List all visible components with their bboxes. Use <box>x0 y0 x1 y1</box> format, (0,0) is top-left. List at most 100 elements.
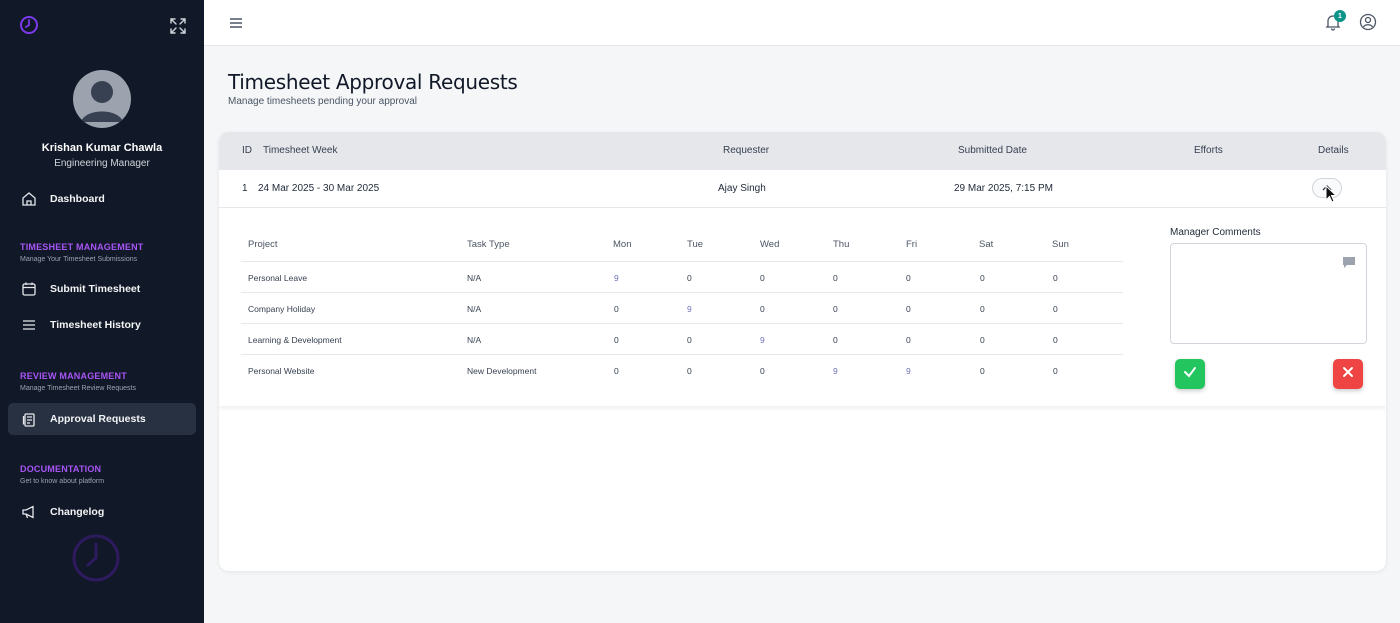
cell-sun: 0 <box>1053 335 1058 345</box>
detail-header-sat: Sat <box>979 239 994 250</box>
clipboard-icon <box>21 411 37 427</box>
cell-wed: 0 <box>760 273 765 283</box>
cell-fri: 0 <box>906 273 911 283</box>
list-icon <box>21 317 37 333</box>
avatar[interactable] <box>73 70 131 128</box>
page-title: Timesheet Approval Requests <box>228 70 518 94</box>
cell-sat: 0 <box>980 335 985 345</box>
sidebar-item-submit-timesheet[interactable]: Submit Timesheet <box>8 273 196 305</box>
cell-mon: 0 <box>614 366 619 376</box>
cell-wed: 0 <box>760 304 765 314</box>
check-icon <box>1183 365 1197 384</box>
cell-submitted: 29 Mar 2025, 7:15 PM <box>954 183 1053 194</box>
detail-row: Personal Leave N/A 9 0 0 0 0 0 0 <box>241 261 1123 292</box>
sidebar-item-label: Timesheet History <box>50 319 141 331</box>
menu-icon[interactable] <box>228 15 244 31</box>
cell-fri: 0 <box>906 335 911 345</box>
detail-header-thu: Thu <box>833 239 850 250</box>
sidebar-item-label: Submit Timesheet <box>50 283 141 295</box>
detail-row: Company Holiday N/A 0 9 0 0 0 0 0 <box>241 292 1123 323</box>
cell-id: 1 <box>242 183 248 194</box>
page-subtitle: Manage timesheets pending your approval <box>228 96 418 107</box>
detail-header-mon: Mon <box>613 239 632 250</box>
section-title-timesheet: TIMESHEET MANAGEMENT <box>20 242 144 252</box>
sidebar-item-approval-requests[interactable]: Approval Requests <box>8 403 196 435</box>
cell-sun: 0 <box>1053 366 1058 376</box>
top-bar: 1 <box>204 0 1400 46</box>
user-name: Krishan Kumar Chawla <box>41 142 163 154</box>
cell-requester: Ajay Singh <box>718 183 766 194</box>
detail-row: Learning & Development N/A 0 0 9 0 0 0 0 <box>241 323 1123 354</box>
clock-logo-icon[interactable] <box>19 15 39 35</box>
cell-thu: 0 <box>833 335 838 345</box>
reject-button[interactable] <box>1333 359 1363 389</box>
cell-wed: 0 <box>760 366 765 376</box>
cell-mon: 0 <box>614 335 619 345</box>
section-subtitle-review: Manage Timesheet Review Requests <box>20 385 136 392</box>
cell-tue: 0 <box>687 273 692 283</box>
cell-sat: 0 <box>980 366 985 376</box>
section-subtitle-timesheet: Manage Your Timesheet Submissions <box>20 256 138 263</box>
sidebar-item-label: Dashboard <box>50 193 105 205</box>
cell-project: Company Holiday <box>248 304 316 314</box>
sidebar-item-timesheet-history[interactable]: Timesheet History <box>8 309 196 341</box>
detail-header-sun: Sun <box>1052 239 1069 250</box>
cell-mon: 9 <box>614 273 619 283</box>
approve-button[interactable] <box>1175 359 1205 389</box>
sidebar-item-label: Approval Requests <box>50 413 146 425</box>
cell-task-type: N/A <box>467 273 482 283</box>
cell-sat: 0 <box>980 273 985 283</box>
megaphone-icon <box>21 504 37 520</box>
user-circle-icon[interactable] <box>1359 13 1377 31</box>
cell-thu: 0 <box>833 273 838 283</box>
cell-thu: 9 <box>833 366 838 376</box>
detail-header-project: Project <box>248 239 278 250</box>
section-subtitle-documentation: Get to know about platform <box>20 478 105 485</box>
cell-project: Personal Leave <box>248 273 308 283</box>
calendar-icon <box>21 281 37 297</box>
notification-badge: 1 <box>1334 10 1346 22</box>
cell-fri: 0 <box>906 304 911 314</box>
chat-bubble-icon <box>1342 255 1356 269</box>
sidebar-item-dashboard[interactable]: Dashboard <box>8 183 196 215</box>
detail-header-tue: Tue <box>687 239 704 250</box>
user-role: Engineering Manager <box>54 158 150 169</box>
detail-header-fri: Fri <box>906 239 918 250</box>
cell-wed: 9 <box>760 335 765 345</box>
header-efforts: Efforts <box>1194 145 1223 156</box>
manager-comments-input[interactable] <box>1170 243 1367 344</box>
cell-tue: 0 <box>687 366 692 376</box>
timesheet-details-panel: Project Task Type Mon Tue Wed Thu Fri Sa… <box>219 208 1386 406</box>
header-details: Details <box>1318 145 1349 156</box>
table-row[interactable]: 1 24 Mar 2025 - 30 Mar 2025 Ajay Singh 2… <box>219 170 1386 208</box>
fullscreen-icon[interactable] <box>169 17 187 35</box>
section-title-review: REVIEW MANAGEMENT <box>20 371 127 381</box>
manager-comments-label: Manager Comments <box>1170 227 1261 238</box>
header-id: ID <box>242 145 252 156</box>
approval-table-card: ID Timesheet Week Requester Submitted Da… <box>219 132 1386 571</box>
table-header: ID Timesheet Week Requester Submitted Da… <box>219 132 1386 170</box>
header-requester: Requester <box>723 145 770 156</box>
cell-tue: 9 <box>687 304 692 314</box>
cell-task-type: New Development <box>467 366 537 376</box>
sidebar-item-changelog[interactable]: Changelog <box>8 496 196 528</box>
cell-tue: 0 <box>687 335 692 345</box>
cell-mon: 0 <box>614 304 619 314</box>
cell-task-type: N/A <box>467 304 482 314</box>
cell-week: 24 Mar 2025 - 30 Mar 2025 <box>258 183 380 194</box>
cell-task-type: N/A <box>467 335 482 345</box>
cell-thu: 0 <box>833 304 838 314</box>
cell-fri: 9 <box>906 366 911 376</box>
cell-sat: 0 <box>980 304 985 314</box>
header-week: Timesheet Week <box>263 145 338 156</box>
detail-header-task-type: Task Type <box>467 239 510 250</box>
cell-sun: 0 <box>1053 273 1058 283</box>
header-submitted: Submitted Date <box>958 145 1027 156</box>
close-icon <box>1342 365 1354 383</box>
sidebar-item-label: Changelog <box>50 506 105 518</box>
section-title-documentation: DOCUMENTATION <box>20 464 102 474</box>
clock-watermark-icon <box>70 532 122 584</box>
cell-sun: 0 <box>1053 304 1058 314</box>
detail-row: Personal Website New Development 0 0 0 9… <box>241 354 1123 385</box>
cell-project: Learning & Development <box>248 335 342 345</box>
